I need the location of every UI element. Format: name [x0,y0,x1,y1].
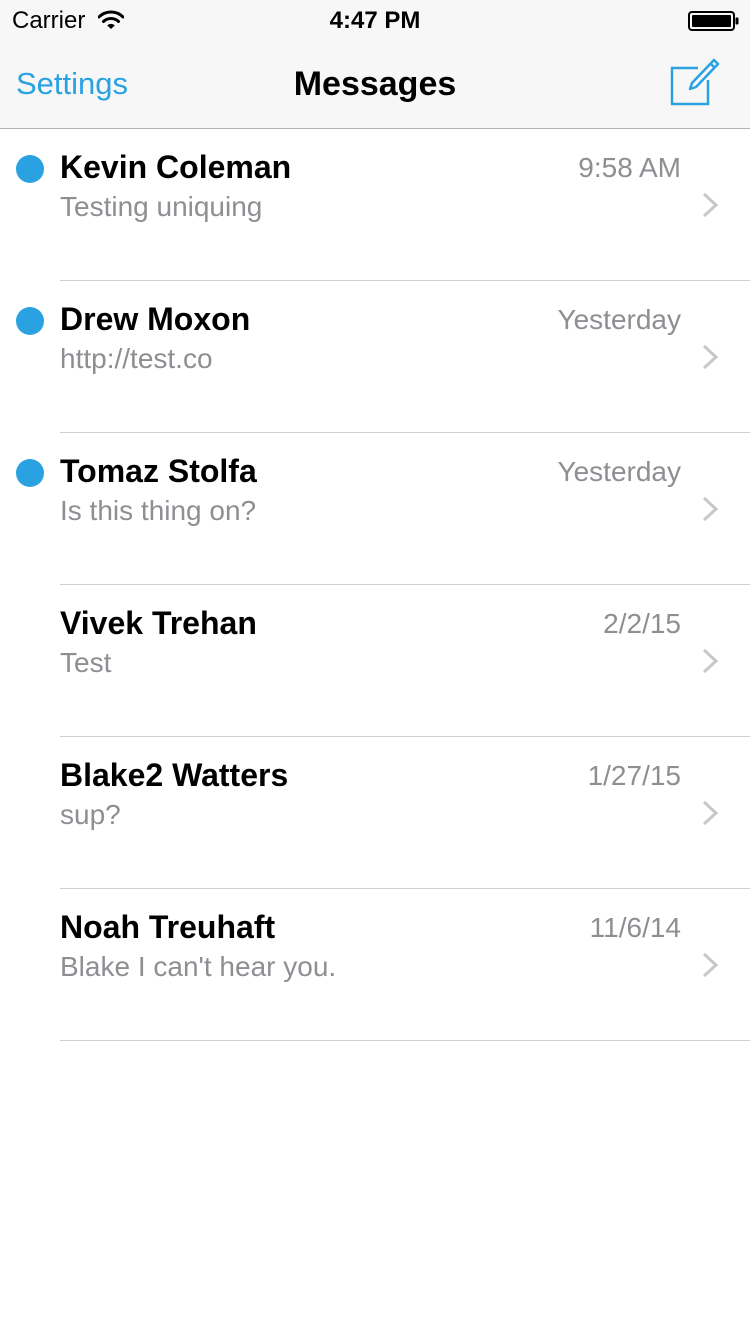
list-item[interactable]: Blake2 Watters 1/27/15 sup? [0,737,750,889]
message-date: Yesterday [557,456,682,487]
list-item[interactable]: Noah Treuhaft 11/6/14 Blake I can't hear… [0,889,750,1041]
contact-name: Tomaz Stolfa [60,453,257,489]
divider [60,1040,750,1041]
message-list: Kevin Coleman 9:58 AM Testing uniquing D… [0,129,750,1041]
battery-icon [688,11,739,31]
message-preview: sup? [60,799,121,830]
list-item[interactable]: Drew Moxon Yesterday http://test.co [0,281,750,433]
compose-icon[interactable] [668,58,720,108]
message-date: 2/2/15 [603,608,681,639]
list-item[interactable]: Vivek Trehan 2/2/15 Test [0,585,750,737]
nav-bar: Settings Messages [0,40,750,128]
message-date: 1/27/15 [587,760,681,791]
message-date: Yesterday [557,304,682,335]
message-date: 11/6/14 [589,912,681,943]
unread-indicator [16,459,44,487]
chevron-right-icon [702,800,719,826]
chevron-right-icon [702,192,719,218]
status-bar: Carrier 4:47 PM [0,0,750,40]
contact-name: Drew Moxon [60,301,251,337]
message-preview: Blake I can't hear you. [60,951,337,982]
list-item[interactable]: Tomaz Stolfa Yesterday Is this thing on? [0,433,750,585]
unread-indicator [16,155,44,183]
status-time: 4:47 PM [329,7,421,34]
chevron-right-icon [702,648,719,674]
page-title: Messages [293,65,457,103]
message-preview: Is this thing on? [60,495,257,526]
contact-name: Noah Treuhaft [60,909,276,945]
chevron-right-icon [702,344,719,370]
chevron-right-icon [702,496,719,522]
message-preview: Testing uniquing [60,191,263,222]
header: Carrier 4:47 PM Settings Messages [0,0,750,129]
contact-name: Kevin Coleman [60,149,292,185]
contact-name: Vivek Trehan [60,605,257,641]
message-date: 9:58 AM [578,152,681,183]
unread-indicator [16,307,44,335]
message-preview: Test [60,647,112,678]
chevron-right-icon [702,952,719,978]
message-preview: http://test.co [60,343,213,374]
list-item[interactable]: Kevin Coleman 9:58 AM Testing uniquing [0,129,750,281]
contact-name: Blake2 Watters [60,757,289,793]
